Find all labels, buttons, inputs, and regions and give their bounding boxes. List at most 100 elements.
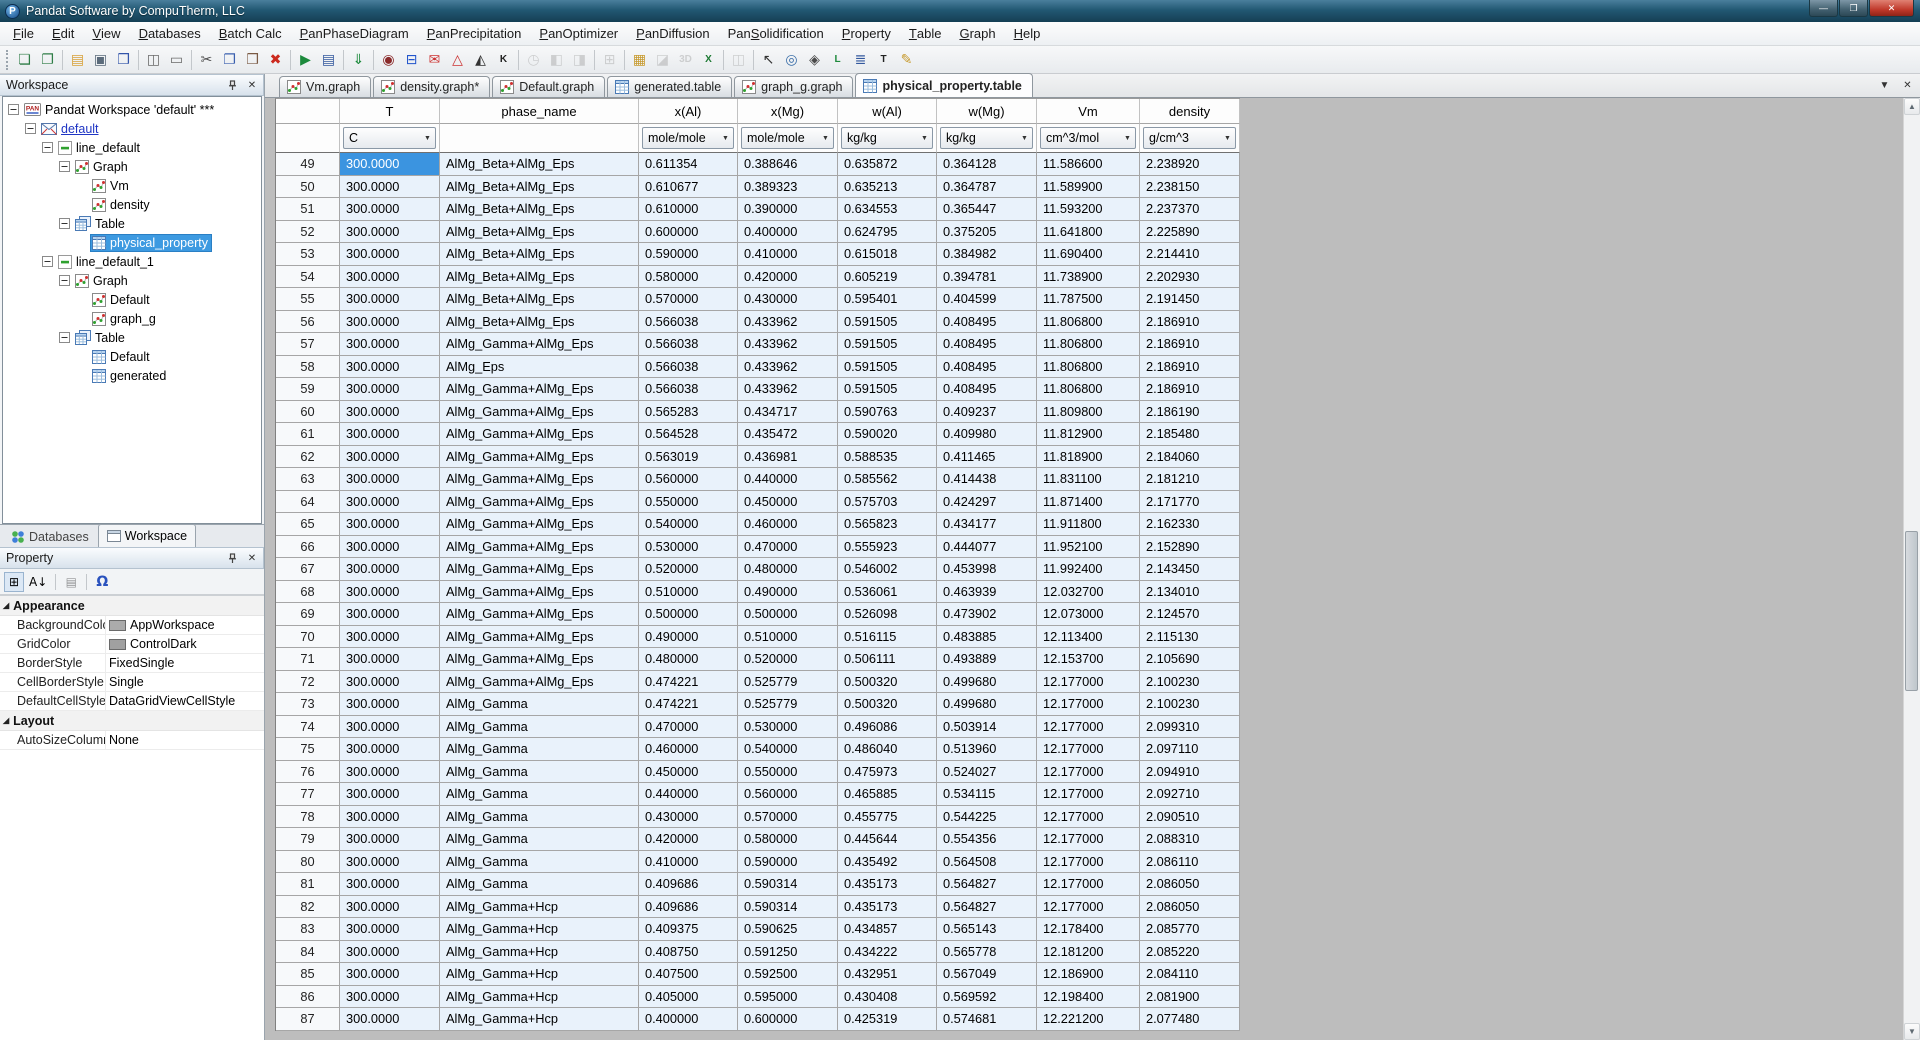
edit-table-button[interactable]: ▦ [628,48,651,71]
column-header-x-mg[interactable]: x(Mg) [738,99,838,124]
table-cell-w-mg[interactable]: 0.499680 [937,693,1037,716]
table-cell-w-al[interactable]: 0.591505 [838,311,937,334]
table-cell-density[interactable]: 2.237370 [1140,198,1240,221]
table-cell-t[interactable]: 300.0000 [340,693,440,716]
table-cell-w-mg[interactable]: 0.408495 [937,311,1037,334]
table-cell-density[interactable]: 2.143450 [1140,558,1240,581]
tree-item-graph-g[interactable]: graph_g [3,309,261,328]
import-data-button[interactable]: ⇓ [347,48,370,71]
table-cell-w-mg[interactable]: 0.473902 [937,603,1037,626]
table-cell-vm[interactable]: 11.952100 [1037,536,1140,559]
table-cell-t[interactable]: 300.0000 [340,333,440,356]
table-cell-t[interactable]: 300.0000 [340,288,440,311]
table-cell-x-mg[interactable]: 0.400000 [738,221,838,244]
table-cell-x-al[interactable]: 0.520000 [639,558,738,581]
table-cell-phase-name[interactable]: AlMg_Gamma [440,873,639,896]
table-cell-w-mg[interactable]: 0.565143 [937,918,1037,941]
tree-item-physical-property[interactable]: physical_property [3,233,261,252]
table-cell-density[interactable]: 2.115130 [1140,626,1240,649]
table-cell-density[interactable]: 2.181210 [1140,468,1240,491]
table-cell-x-mg[interactable]: 0.590314 [738,896,838,919]
table-cell-x-al[interactable]: 0.566038 [639,333,738,356]
column-header-w-al[interactable]: w(Al) [838,99,937,124]
row-number-cell[interactable]: 83 [276,918,340,941]
table-cell-x-mg[interactable]: 0.570000 [738,806,838,829]
print-preview-button[interactable]: ◫ [142,48,165,71]
table-cell-w-al[interactable]: 0.435173 [838,873,937,896]
sidebar-tab-databases[interactable]: Databases [2,526,98,547]
table-cell-x-al[interactable]: 0.500000 [639,603,738,626]
phase-diagram-button[interactable]: △ [446,48,469,71]
table-cell-vm[interactable]: 11.593200 [1037,198,1140,221]
table-cell-w-al[interactable]: 0.435492 [838,851,937,874]
tree-expander-icon[interactable] [59,161,70,172]
table-cell-vm[interactable]: 11.806800 [1037,356,1140,379]
table-cell-x-al[interactable]: 0.410000 [639,851,738,874]
table-cell-density[interactable]: 2.238150 [1140,176,1240,199]
table-cell-x-al[interactable]: 0.565283 [639,401,738,424]
table-cell-vm[interactable]: 11.589900 [1037,176,1140,199]
table-cell-vm[interactable]: 11.812900 [1037,423,1140,446]
row-number-cell[interactable]: 75 [276,738,340,761]
tab-close-icon[interactable]: ✕ [1900,78,1915,93]
tree-item-graph[interactable]: Graph [3,271,261,290]
table-cell-w-mg[interactable]: 0.544225 [937,806,1037,829]
line-calculation-button[interactable]: ⊟ [400,48,423,71]
unit-select-x-al[interactable]: mole/mole▼ [642,127,734,149]
row-number-cell[interactable]: 74 [276,716,340,739]
table-cell-density[interactable]: 2.088310 [1140,828,1240,851]
table-cell-phase-name[interactable]: AlMg_Beta+AlMg_Eps [440,288,639,311]
table-cell-w-al[interactable]: 0.635213 [838,176,937,199]
table-cell-w-mg[interactable]: 0.414438 [937,468,1037,491]
run-calculation-button[interactable]: ▶ [294,48,317,71]
table-cell-t[interactable]: 300.0000 [340,986,440,1009]
table-cell-density[interactable]: 2.186910 [1140,333,1240,356]
table-cell-density[interactable]: 2.100230 [1140,671,1240,694]
table-cell-phase-name[interactable]: AlMg_Gamma+AlMg_Eps [440,581,639,604]
table-cell-w-al[interactable]: 0.475973 [838,761,937,784]
table-cell-x-mg[interactable]: 0.592500 [738,963,838,986]
table-cell-x-mg[interactable]: 0.433962 [738,333,838,356]
table-cell-x-mg[interactable]: 0.433962 [738,356,838,379]
save-all-button[interactable]: ❒ [112,48,135,71]
table-cell-phase-name[interactable]: AlMg_Gamma+AlMg_Eps [440,558,639,581]
table-cell-w-al[interactable]: 0.516115 [838,626,937,649]
row-number-cell[interactable]: 50 [276,176,340,199]
table-cell-x-al[interactable]: 0.570000 [639,288,738,311]
property-row-borderstyle[interactable]: BorderStyleFixedSingle [0,654,264,673]
table-cell-t[interactable]: 300.0000 [340,941,440,964]
table-cell-w-mg[interactable]: 0.569592 [937,986,1037,1009]
table-cell-x-al[interactable]: 0.400000 [639,1008,738,1031]
table-cell-w-mg[interactable]: 0.411465 [937,446,1037,469]
sidebar-tab-workspace[interactable]: Workspace [98,524,196,547]
table-cell-w-mg[interactable]: 0.483885 [937,626,1037,649]
table-cell-t[interactable]: 300.0000 [340,626,440,649]
table-cell-t[interactable]: 300.0000 [340,378,440,401]
new-graph-window-button[interactable]: ❏ [13,48,36,71]
table-cell-phase-name[interactable]: AlMg_Beta+AlMg_Eps [440,243,639,266]
table-cell-x-mg[interactable]: 0.440000 [738,468,838,491]
property-category-layout[interactable]: ◢Layout [0,711,264,731]
table-cell-density[interactable]: 2.186910 [1140,378,1240,401]
text-tool-button[interactable]: T [872,48,895,71]
table-cell-x-al[interactable]: 0.474221 [639,693,738,716]
table-cell-x-al[interactable]: 0.474221 [639,671,738,694]
table-cell-t[interactable]: 300.0000 [340,671,440,694]
table-cell-phase-name[interactable]: AlMg_Beta+AlMg_Eps [440,311,639,334]
document-tab-graph-g-graph[interactable]: graph_g.graph [734,76,853,97]
row-number-cell[interactable]: 61 [276,423,340,446]
table-cell-w-al[interactable]: 0.500320 [838,671,937,694]
table-cell-vm[interactable]: 12.177000 [1037,761,1140,784]
table-cell-x-al[interactable]: 0.566038 [639,378,738,401]
table-cell-vm[interactable]: 12.177000 [1037,828,1140,851]
table-cell-w-al[interactable]: 0.430408 [838,986,937,1009]
row-number-cell[interactable]: 55 [276,288,340,311]
table-cell-w-mg[interactable]: 0.564827 [937,896,1037,919]
solidification-button[interactable]: K [492,48,515,71]
table-cell-t[interactable]: 300.0000 [340,806,440,829]
table-cell-x-mg[interactable]: 0.470000 [738,536,838,559]
table-cell-x-mg[interactable]: 0.410000 [738,243,838,266]
tree-item-default[interactable]: default [3,119,261,138]
new-table-window-button[interactable]: ❐ [36,48,59,71]
tree-item-vm[interactable]: Vm [3,176,261,195]
